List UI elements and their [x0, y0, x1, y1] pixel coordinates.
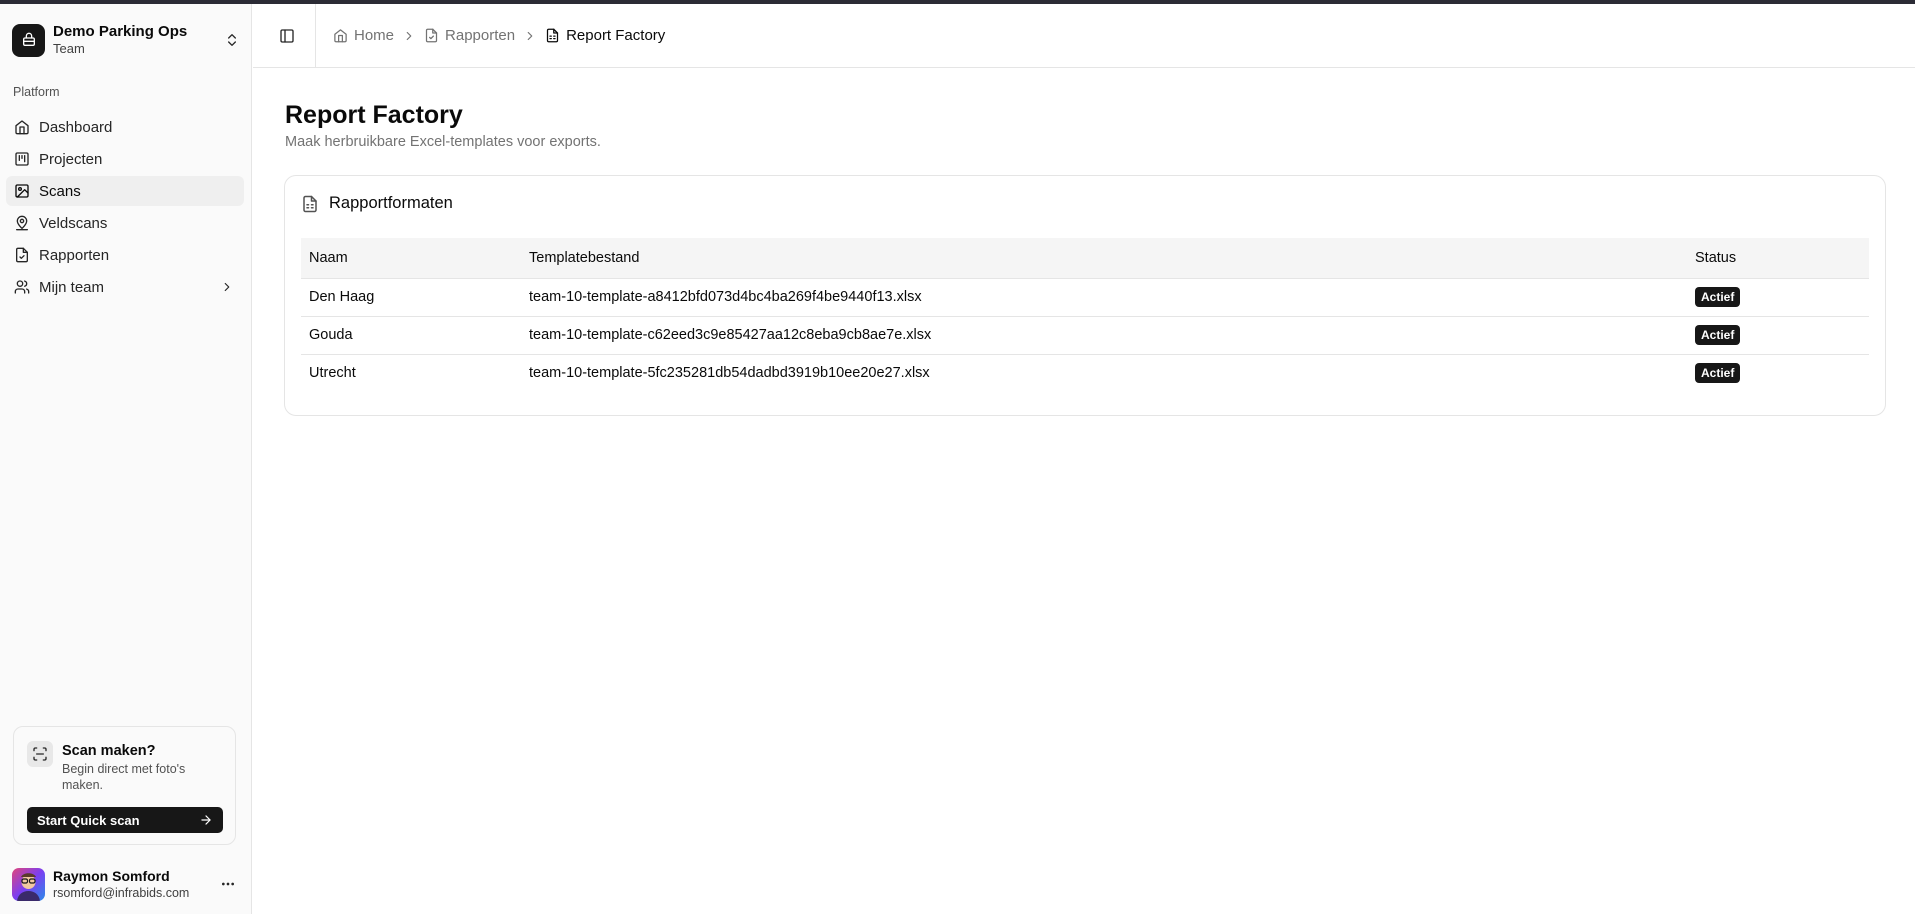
row-name: Gouda: [309, 327, 353, 343]
file-check-icon: [14, 247, 30, 263]
table-row[interactable]: Utrecht team-10-template-5fc235281db54da…: [301, 354, 1869, 392]
status-badge: Actief: [1695, 363, 1741, 384]
sidebar-item-mijn-team[interactable]: Mijn team: [6, 272, 244, 302]
status-badge: Actief: [1695, 325, 1741, 345]
row-name: Den Haag: [309, 289, 375, 305]
sidebar-nav: Dashboard Projecten Scans Veldscans Rapp…: [6, 112, 244, 304]
table-row[interactable]: Den Haag team-10-template-a8412bfd073d4b…: [301, 278, 1869, 316]
file-spreadsheet-icon: [301, 195, 319, 213]
users-icon: [14, 279, 30, 295]
row-template-file: team-10-template-a8412bfd073d4bc4ba269f4…: [529, 289, 922, 305]
scan-icon: [27, 741, 53, 767]
column-header-status[interactable]: Status: [1687, 238, 1869, 278]
breadcrumb-current: Report Factory: [545, 27, 665, 44]
images-icon: [14, 183, 30, 199]
map-pin-user-icon: [14, 215, 30, 231]
team-switcher[interactable]: Demo Parking Ops Team: [12, 18, 240, 62]
row-template-file: team-10-template-c62eed3c9e85427aa12c8eb…: [529, 327, 932, 343]
chevron-right-icon: [523, 29, 537, 43]
arrow-right-icon: [201, 815, 211, 825]
top-header: Home Rapporten Report Factory: [253, 3, 1915, 68]
report-formats-table: Naam Templatebestand Status Den Haag tea…: [301, 238, 1869, 392]
sidebar-item-label: Scans: [39, 182, 81, 200]
user-name: Raymon Somford: [53, 867, 170, 884]
breadcrumb-label: Report Factory: [566, 27, 666, 44]
report-formats-card: Rapportformaten Naam Templatebestand Sta…: [284, 175, 1886, 416]
row-status-cell: Actief: [1687, 316, 1869, 354]
breadcrumb-label: Home: [354, 27, 395, 44]
home-icon: [333, 28, 348, 43]
breadcrumb-rapporten[interactable]: Rapporten: [424, 27, 515, 44]
nav-group-label: Platform: [13, 85, 60, 99]
home-icon: [14, 119, 30, 135]
table-header-row: Naam Templatebestand Status: [301, 238, 1869, 278]
chevron-right-icon: [224, 282, 230, 292]
sidebar-item-label: Veldscans: [39, 214, 108, 232]
breadcrumb: Home Rapporten Report Factory: [333, 27, 665, 44]
team-plan: Team: [53, 41, 85, 56]
team-logo-icon: [12, 23, 45, 57]
start-quick-scan-button[interactable]: Start Quick scan: [27, 807, 223, 833]
user-menu[interactable]: Raymon Somford rsomford@infrabids.com: [12, 866, 240, 902]
team-name: Demo Parking Ops: [53, 23, 188, 40]
sidebar-item-rapporten[interactable]: Rapporten: [6, 240, 244, 270]
chevron-right-icon: [402, 29, 416, 43]
sidebar-item-label: Rapporten: [39, 246, 110, 264]
row-name: Utrecht: [309, 365, 356, 382]
quick-scan-promo: Scan maken? Begin direct met foto's make…: [13, 726, 236, 845]
page-title: Report Factory: [285, 101, 463, 129]
file-spreadsheet-icon: [545, 28, 560, 43]
chevrons-up-down-icon: [228, 34, 236, 46]
sidebar-toggle-icon[interactable]: [276, 25, 298, 47]
status-badge: Actief: [1695, 287, 1741, 307]
sidebar-item-veldscans[interactable]: Veldscans: [6, 208, 244, 238]
sidebar-item-dashboard[interactable]: Dashboard: [6, 112, 244, 142]
start-quick-scan-label: Start Quick scan: [37, 812, 140, 828]
row-template-file: team-10-template-5fc235281db54dadbd3919b…: [529, 365, 930, 382]
breadcrumb-label: Rapporten: [445, 27, 516, 44]
promo-title: Scan maken?: [62, 743, 156, 759]
user-email: rsomford@infrabids.com: [53, 885, 190, 900]
card-header: Rapportformaten: [301, 194, 453, 213]
row-status-cell: Actief: [1687, 278, 1869, 316]
sidebar: Demo Parking Ops Team Platform Dashboard…: [0, 4, 252, 914]
sidebar-item-label: Dashboard: [39, 118, 113, 136]
promo-description: Begin direct met foto's maken.: [62, 762, 186, 792]
card-title: Rapportformaten: [329, 194, 453, 212]
row-status-cell: Actief: [1687, 354, 1869, 392]
sidebar-item-scans[interactable]: Scans: [6, 176, 244, 206]
header-divider: [315, 3, 316, 68]
column-header-templatebestand[interactable]: Templatebestand: [521, 238, 1687, 278]
kanban-icon: [14, 151, 30, 167]
page-subtitle: Maak herbruikbare Excel-templates voor e…: [285, 134, 601, 150]
breadcrumb-home[interactable]: Home: [333, 27, 394, 44]
sidebar-item-projecten[interactable]: Projecten: [6, 144, 244, 174]
file-check-icon: [424, 28, 439, 43]
table-row[interactable]: Gouda team-10-template-c62eed3c9e85427aa…: [301, 316, 1869, 354]
sidebar-item-label: Projecten: [39, 150, 103, 168]
more-options-icon[interactable]: [216, 872, 240, 896]
column-header-naam[interactable]: Naam: [301, 238, 521, 278]
avatar: [12, 867, 45, 901]
sidebar-item-label: Mijn team: [39, 278, 105, 296]
